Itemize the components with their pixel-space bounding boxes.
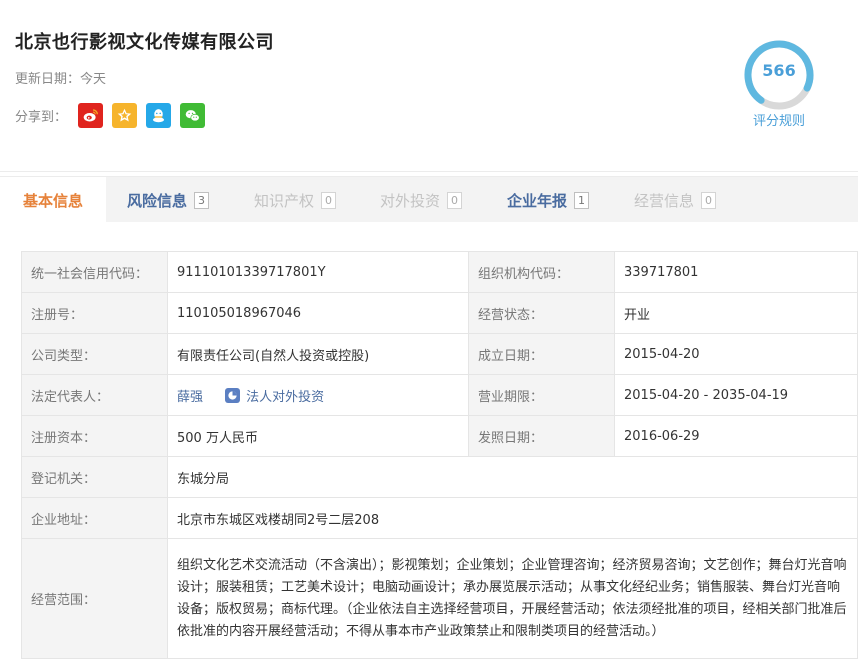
legal-rep-label: 法定代表人：	[21, 374, 168, 416]
basic-info-table: 统一社会信用代码： 91110101339717801Y 组织机构代码： 339…	[21, 251, 858, 659]
tab-annual-report[interactable]: 企业年报 1	[507, 177, 590, 223]
update-date: 更新日期：今天	[15, 68, 106, 87]
legal-invest-link[interactable]: 法人对外投资	[225, 386, 324, 405]
legal-invest-label: 法人对外投资	[246, 389, 325, 405]
tab-bar: 基本信息 风险信息 3 知识产权 0 对外投资 0 企业年报 1 经营信息 0	[0, 176, 858, 224]
status-label: 经营状态：	[468, 292, 615, 334]
score-value: 566	[762, 61, 796, 80]
capital-label: 注册资本：	[21, 415, 168, 457]
tab-count-badge: 3	[194, 191, 210, 209]
table-row: 统一社会信用代码： 91110101339717801Y 组织机构代码： 339…	[21, 251, 858, 293]
table-row: 注册号： 110105018967046 经营状态： 开业	[21, 292, 858, 334]
authority-value: 东城分局	[167, 456, 858, 498]
update-date-value: 今天	[80, 72, 107, 87]
company-type-value: 有限责任公司(自然人投资或控股)	[167, 333, 469, 375]
company-name: 北京也行影视文化传媒有限公司	[15, 32, 274, 53]
org-code-label: 组织机构代码：	[468, 251, 615, 293]
table-row: 企业地址： 北京市东城区戏楼胡同2号二层208	[21, 497, 858, 539]
table-row: 经营范围： 组织文化艺术交流活动（不含演出）；影视策划；企业策划；企业管理咨询；…	[21, 538, 858, 659]
tab-label: 企业年报	[507, 191, 568, 210]
wechat-icon	[185, 110, 200, 122]
share-label: 分享到：	[15, 110, 68, 125]
status-value: 开业	[614, 292, 858, 334]
share-wechat-button[interactable]	[180, 103, 206, 128]
term-value: 2015-04-20 - 2035-04-19	[614, 374, 858, 416]
issue-date-value: 2016-06-29	[614, 415, 858, 457]
scope-value: 组织文化艺术交流活动（不含演出）；影视策划；企业策划；企业管理咨询；经济贸易咨询…	[177, 557, 847, 639]
tab-operation-info[interactable]: 经营信息 0	[634, 177, 717, 223]
legal-rep-cell: 薛强 法人对外投资	[167, 374, 469, 416]
tab-risk-info[interactable]: 风险信息 3	[127, 177, 210, 223]
update-date-label: 更新日期：	[15, 72, 81, 87]
scope-cell: 组织文化艺术交流活动（不含演出）；影视策划；企业策划；企业管理咨询；经济贸易咨询…	[167, 538, 858, 659]
score-rule-link[interactable]: 评分规则	[740, 110, 818, 129]
tab-count-badge: 0	[447, 191, 463, 209]
tab-count-badge: 0	[701, 191, 717, 209]
company-header: 北京也行影视文化传媒有限公司 更新日期：今天 分享到： 566 评分规则	[0, 0, 858, 172]
tab-investment[interactable]: 对外投资 0	[380, 177, 463, 223]
authority-label: 登记机关：	[21, 456, 168, 498]
tab-label: 对外投资	[380, 191, 441, 210]
pie-chart-icon	[225, 387, 241, 403]
share-qq-button[interactable]	[146, 103, 172, 128]
tab-count-badge: 1	[574, 191, 590, 209]
legal-rep-link[interactable]: 薛强	[177, 390, 203, 405]
term-label: 营业期限：	[468, 374, 615, 416]
reg-no-label: 注册号：	[21, 292, 168, 334]
org-code-value: 339717801	[614, 251, 858, 293]
tab-label: 基本信息	[22, 191, 83, 210]
table-row: 公司类型： 有限责任公司(自然人投资或控股) 成立日期： 2015-04-20	[21, 333, 858, 375]
tab-basic-info[interactable]: 基本信息	[0, 177, 106, 224]
share-bar: 分享到：	[15, 103, 206, 128]
tab-label: 经营信息	[634, 191, 695, 210]
tab-label: 风险信息	[127, 191, 188, 210]
company-type-label: 公司类型：	[21, 333, 168, 375]
table-row: 法定代表人： 薛强 法人对外投资 营业期限： 2015-04-20 - 2035…	[21, 374, 858, 416]
qq-icon	[152, 109, 165, 123]
reg-no-value: 110105018967046	[167, 292, 469, 334]
table-row: 登记机关： 东城分局	[21, 456, 858, 498]
credit-code-label: 统一社会信用代码：	[21, 251, 168, 293]
score-widget[interactable]: 566 评分规则	[740, 38, 818, 129]
address-value: 北京市东城区戏楼胡同2号二层208	[167, 497, 858, 539]
share-qzone-button[interactable]	[112, 103, 138, 128]
scope-label: 经营范围：	[21, 538, 168, 659]
share-weibo-button[interactable]	[78, 103, 104, 128]
founded-label: 成立日期：	[468, 333, 615, 375]
tab-count-badge: 0	[321, 191, 337, 209]
founded-value: 2015-04-20	[614, 333, 858, 375]
credit-code-value: 91110101339717801Y	[167, 251, 469, 293]
table-row: 注册资本： 500 万人民币 发照日期： 2016-06-29	[21, 415, 858, 457]
capital-value: 500 万人民币	[167, 415, 469, 457]
issue-date-label: 发照日期：	[468, 415, 615, 457]
tab-label: 知识产权	[254, 191, 315, 210]
qzone-icon	[117, 108, 132, 122]
address-label: 企业地址：	[21, 497, 168, 539]
tab-ip[interactable]: 知识产权 0	[254, 177, 337, 223]
weibo-icon	[83, 109, 98, 122]
